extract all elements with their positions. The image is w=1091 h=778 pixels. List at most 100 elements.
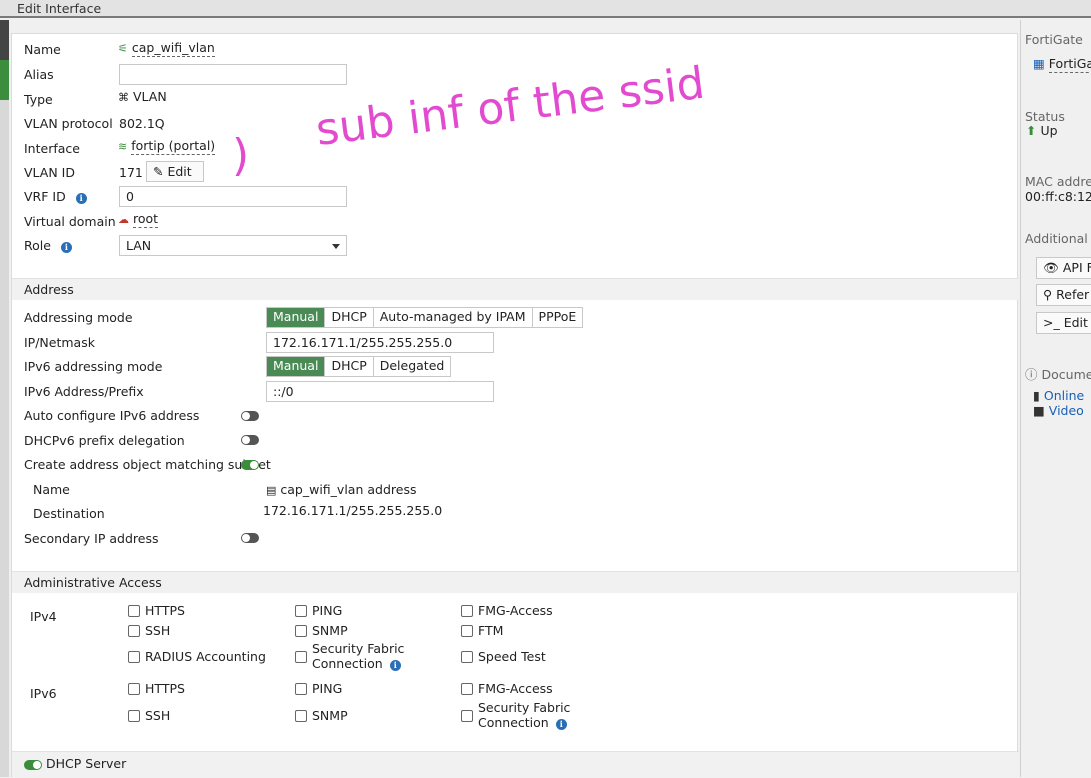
alias-input[interactable] (119, 64, 347, 85)
device-label: FortiGate (1025, 32, 1083, 47)
cloud-icon: ☁ (118, 213, 129, 226)
mode-manual[interactable]: Manual (267, 308, 326, 327)
interface-value[interactable]: ≋ fortip (portal) (118, 138, 216, 155)
ipv4-fabric-label: Security Fabric (312, 641, 405, 656)
book-icon: ▮ (1033, 388, 1040, 403)
ipv4-ftm-checkbox[interactable] (461, 625, 473, 637)
secondary-ip-toggle[interactable] (241, 533, 259, 543)
virtual-domain-label: Virtual domain (24, 214, 116, 229)
ipv4-fabric-checkbox[interactable] (295, 651, 307, 663)
ipv4-https-checkbox[interactable] (128, 605, 140, 617)
nav-strip-active (0, 60, 9, 100)
window-title: Edit Interface (17, 1, 102, 16)
ipv4-fabric-label-2: Connection i (312, 656, 401, 671)
ipv4-snmp-label: SNMP (312, 623, 348, 638)
ipv4-ssh-checkbox[interactable] (128, 625, 140, 637)
address-icon: ▤ (266, 484, 277, 497)
device-icon: ▦ (1033, 56, 1045, 71)
status-label: Status (1025, 109, 1065, 124)
video-tutorials-link[interactable]: ■ Video (1033, 403, 1084, 418)
ipv6-label: IPv6 (30, 686, 57, 701)
interface-label: Interface (24, 141, 80, 156)
alias-label: Alias (24, 67, 54, 82)
references-button[interactable]: ⚲ Refer (1036, 284, 1091, 306)
ipv4-speedtest-label: Speed Test (478, 649, 546, 664)
mode-dhcp[interactable]: DHCP (325, 308, 374, 327)
ipv4-speedtest-checkbox[interactable] (461, 651, 473, 663)
mac-label: MAC addres (1025, 174, 1091, 189)
create-object-toggle[interactable] (241, 460, 259, 470)
edit-form-panel: Name ⚟ cap_wifi_vlan Alias Type ⌘ VLAN V… (11, 33, 1019, 778)
info-icon: i (389, 660, 401, 671)
role-select[interactable]: LAN (119, 235, 347, 256)
name-value[interactable]: ⚟ cap_wifi_vlan (118, 40, 215, 57)
pencil-icon: ✎ (153, 164, 164, 179)
documentation-label: ⓘ Docume (1025, 367, 1091, 382)
ipv4-fmg-checkbox[interactable] (461, 605, 473, 617)
chevron-down-icon (332, 244, 340, 249)
api-preview-button[interactable]: 👁 API F (1036, 257, 1091, 279)
object-name-label: Name (33, 482, 70, 497)
dhcpv6-label: DHCPv6 prefix delegation (24, 433, 185, 448)
mode-pppoe[interactable]: PPPoE (532, 308, 583, 327)
mode-ipam[interactable]: Auto-managed by IPAM (373, 308, 533, 327)
ipv4-ping-label: PING (312, 603, 343, 618)
ip-netmask-label: IP/Netmask (24, 335, 95, 350)
auto-ipv6-label: Auto configure IPv6 address (24, 408, 200, 423)
dhcp-server-title: DHCP Server (46, 756, 127, 771)
ipv4-fmg-label: FMG-Access (478, 603, 553, 618)
terminal-icon: >_ (1043, 315, 1060, 330)
ipv6-prefix-input[interactable]: ::/0 (266, 381, 494, 402)
secondary-ip-label: Secondary IP address (24, 531, 159, 546)
vrf-id-input[interactable]: 0 (119, 186, 347, 207)
create-object-label: Create address object matching subnet (24, 457, 271, 472)
ipv6-snmp-checkbox[interactable] (295, 710, 307, 722)
ipv6-ping-checkbox[interactable] (295, 683, 307, 695)
ipv6-fmg-label: FMG-Access (478, 681, 553, 696)
ipv4-snmp-checkbox[interactable] (295, 625, 307, 637)
online-help-link[interactable]: ▮ Online (1033, 388, 1084, 403)
ipv6-mode-dhcp[interactable]: DHCP (325, 357, 374, 376)
ipv4-radius-checkbox[interactable] (128, 651, 140, 663)
ipv6-ssh-checkbox[interactable] (128, 710, 140, 722)
ipv6-mode-manual[interactable]: Manual (267, 357, 326, 376)
network-icon: ⌘ (118, 91, 129, 104)
ipv6-fabric-label: Security Fabric (478, 700, 571, 715)
ipv6-mode-selector[interactable]: Manual DHCP Delegated (266, 356, 452, 377)
virtual-domain-value[interactable]: ☁ root (118, 211, 159, 228)
vlan-edit-button[interactable]: ✎ Edit (146, 161, 204, 182)
addressing-mode-selector[interactable]: Manual DHCP Auto-managed by IPAM PPPoE (266, 307, 584, 328)
object-name-value: ▤ cap_wifi_vlan address (266, 482, 417, 497)
name-label: Name (24, 42, 61, 57)
status-up-icon: ⬆ (1026, 123, 1037, 138)
auto-ipv6-toggle[interactable] (241, 411, 259, 421)
addressing-mode-label: Addressing mode (24, 310, 133, 325)
object-destination-value: 172.16.171.1/255.255.255.0 (263, 503, 443, 518)
ipv6-snmp-label: SNMP (312, 708, 348, 723)
ip-netmask-input[interactable]: 172.16.171.1/255.255.255.0 (266, 332, 494, 353)
section-title: Address (24, 282, 74, 297)
ipv4-ping-checkbox[interactable] (295, 605, 307, 617)
ipv6-ssh-label: SSH (145, 708, 171, 723)
ipv6-mode-delegated[interactable]: Delegated (373, 357, 451, 376)
ipv6-fabric-checkbox[interactable] (461, 710, 473, 722)
dhcpv6-toggle[interactable] (241, 435, 259, 445)
edit-cli-button[interactable]: >_ Edit i (1036, 312, 1091, 334)
ipv4-ssh-label: SSH (145, 623, 171, 638)
video-icon: ■ (1033, 403, 1045, 418)
vlan-id-label: VLAN ID (24, 165, 75, 180)
help-icon: ⓘ (1025, 367, 1038, 382)
window-titlebar: Edit Interface (0, 0, 1091, 18)
ipv4-https-label: HTTPS (145, 603, 185, 618)
status-value: ⬆ Up (1026, 123, 1058, 138)
ipv6-https-checkbox[interactable] (128, 683, 140, 695)
nav-strip (0, 20, 9, 60)
dhcp-server-toggle[interactable] (24, 760, 42, 770)
section-title: Administrative Access (24, 575, 162, 590)
vlan-protocol-label: VLAN protocol (24, 116, 113, 131)
ipv6-prefix-label: IPv6 Address/Prefix (24, 384, 144, 399)
type-value: ⌘ VLAN (118, 89, 167, 104)
device-link[interactable]: ▦ FortiGa (1033, 56, 1091, 73)
role-selected-value: LAN (126, 238, 152, 253)
ipv6-fmg-checkbox[interactable] (461, 683, 473, 695)
